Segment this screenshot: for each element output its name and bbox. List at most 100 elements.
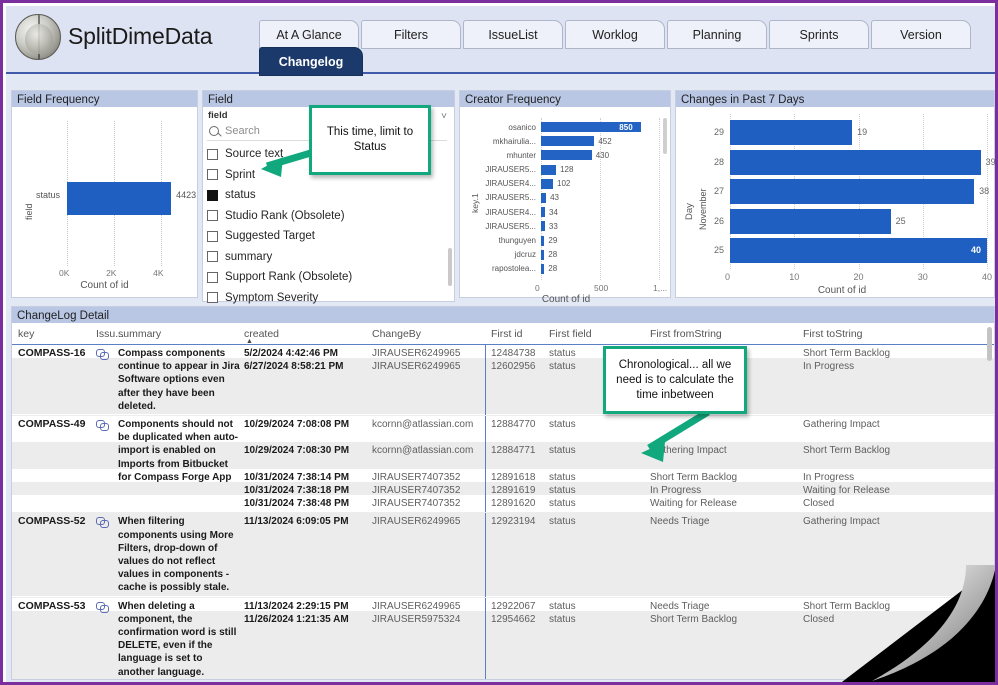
cell-created: 10/31/2024 7:38:48 PM [244,498,350,510]
app-title: SplitDimeData [68,23,213,49]
checkbox[interactable] [207,230,218,242]
tab-version[interactable]: Version [871,20,971,49]
creator-freq-row: JIRAUSER5... 33 [474,219,664,233]
cell-fromstring: Waiting for Release [650,498,737,510]
tab-sprints[interactable]: Sprints [769,20,869,49]
creator-freq-row: mhunter 430 [474,148,664,162]
sort-ascending-icon: ▲ [246,338,253,345]
cell-key: COMPASS-49 [18,418,86,430]
column-header-changeby[interactable]: ChangeBy [372,328,421,340]
tab-planning[interactable]: Planning [667,20,767,49]
slicer-item-label: Support Rank (Obsolete) [225,271,353,284]
creator-freq-bar[interactable] [541,150,592,161]
column-header-key[interactable]: key [18,328,34,340]
field-freq-x-axis-title: Count of id [80,280,129,291]
panel-title-creator-frequency: Creator Frequency [460,91,670,108]
creator-freq-bar[interactable] [541,192,547,203]
slicer-item-support-rank-obsolete[interactable]: Support Rank (Obsolete) [207,267,450,288]
creator-freq-bar[interactable] [541,249,545,260]
slicer-item-status[interactable]: status [207,185,450,206]
creator-freq-bar[interactable] [541,221,545,232]
days-x-tick: 10 [789,272,800,282]
chevron-down-icon[interactable]: ˅ [441,111,447,122]
slicer-column-header: field [208,110,228,121]
checkbox[interactable] [207,148,218,160]
days-x-tick: 30 [917,272,928,282]
slicer-item-symptom-severity[interactable]: Symptom Severity [207,288,450,309]
issue-link-icon[interactable] [96,349,109,360]
creator-freq-category-label: JIRAUSER5... [485,193,536,203]
checkbox[interactable] [207,189,218,201]
checkbox[interactable] [207,210,218,222]
days-data-label: 19 [857,127,868,137]
cell-created: 11/13/2024 6:09:05 PM [244,516,349,528]
days-data-label: 39 [985,156,996,167]
creator-freq-category-label: thunguyen [498,236,536,245]
checkbox[interactable] [207,169,218,181]
days-category-label: 28 [713,156,724,167]
column-header-summary[interactable]: summary [118,328,161,340]
column-header-firstfield[interactable]: First field [549,328,592,340]
callout-2-text: Chronological... all we need is to calcu… [616,358,734,401]
table-row[interactable]: COMPASS-49 Components should not be dupli… [12,416,994,514]
creator-freq-bar[interactable] [541,164,557,175]
issue-link-icon[interactable] [96,517,109,529]
cell-created: 10/31/2024 7:38:14 PM [244,471,350,483]
checkbox[interactable] [207,292,218,304]
column-header-fromstring[interactable]: First fromString [650,328,722,340]
tab-at-a-glance[interactable]: At A Glance [259,20,359,49]
creator-freq-category-label: mkhairulia... [492,136,536,146]
column-divider [485,416,486,513]
tab-worklog[interactable]: Worklog [565,20,665,49]
days-x-tick: 0 [725,272,731,282]
days-row: 27 38 [706,177,991,207]
tab-changelog[interactable]: Changelog [259,47,363,76]
issue-link-icon[interactable] [96,420,109,431]
slicer-item-summary[interactable]: summary [207,247,450,268]
days-category-label: 25 [713,245,724,255]
chart-field-frequency[interactable]: field status 0K 2K 4K 4423 Count of id [12,108,197,297]
table-scrollbar[interactable] [987,327,992,361]
checkbox[interactable] [207,271,218,283]
column-header-tostring[interactable]: First toString [803,328,863,340]
chart-changes-past-7-days[interactable]: Day November 0 10 20 30 40 29 19 28 39 27 38 26 25 25 40… [676,108,996,297]
chart-creator-frequency[interactable]: key.1 0 500 1,... osanico 850 mkhairulia... 452… [460,108,670,305]
slicer-item-studio-rank-obsolete[interactable]: Studio Rank (Obsolete) [207,206,450,227]
issue-link-icon[interactable] [96,601,109,613]
days-bar[interactable] [730,179,975,204]
days-bar[interactable] [730,149,981,175]
cell-firstid: 12484738 [491,348,536,359]
slicer-item-label: Studio Rank (Obsolete) [225,209,345,222]
creator-freq-data-label: 850 [619,122,633,132]
checkbox[interactable] [207,251,218,263]
days-bar[interactable] [730,238,987,263]
field-freq-x-tick: 0K [59,268,70,278]
days-data-label: 25 [895,215,906,226]
creator-freq-bar[interactable] [541,263,545,274]
cell-tostring: Short Term Backlog [803,348,891,359]
field-freq-bar[interactable] [67,182,172,215]
tab-filters[interactable]: Filters [361,20,461,49]
slicer-scrollbar[interactable] [448,248,452,286]
column-header-firstid[interactable]: First id [491,328,523,340]
tab-issuelist[interactable]: IssueList [463,20,563,49]
app-header: SplitDimeData At A Glance Filters IssueLis… [6,6,995,76]
cell-created: 6/27/2024 8:58:21 PM [244,361,344,373]
creator-freq-bar[interactable] [541,235,545,246]
slicer-item-suggested-target[interactable]: Suggested Target [207,226,450,247]
table-row[interactable]: COMPASS-16 Compass components continue to… [12,345,994,416]
days-category-label: 27 [713,186,724,196]
creator-freq-category-label: jdcruz [514,250,536,260]
days-bar[interactable] [730,208,891,234]
creator-freq-scrollbar[interactable] [663,118,667,154]
days-bar[interactable] [730,120,853,145]
cell-firstid: 12954662 [491,613,536,625]
cell-firstid: 12891620 [491,498,536,510]
creator-freq-bar[interactable] [541,207,545,218]
creator-freq-bar[interactable] [541,136,595,147]
cell-created: 11/13/2024 2:29:15 PM [244,600,349,612]
slicer-item-label: Symptom Severity [225,291,319,304]
cell-fromstring: Short Term Backlog [650,471,738,483]
creator-freq-data-label: 102 [557,179,571,189]
creator-freq-bar[interactable] [541,178,554,189]
